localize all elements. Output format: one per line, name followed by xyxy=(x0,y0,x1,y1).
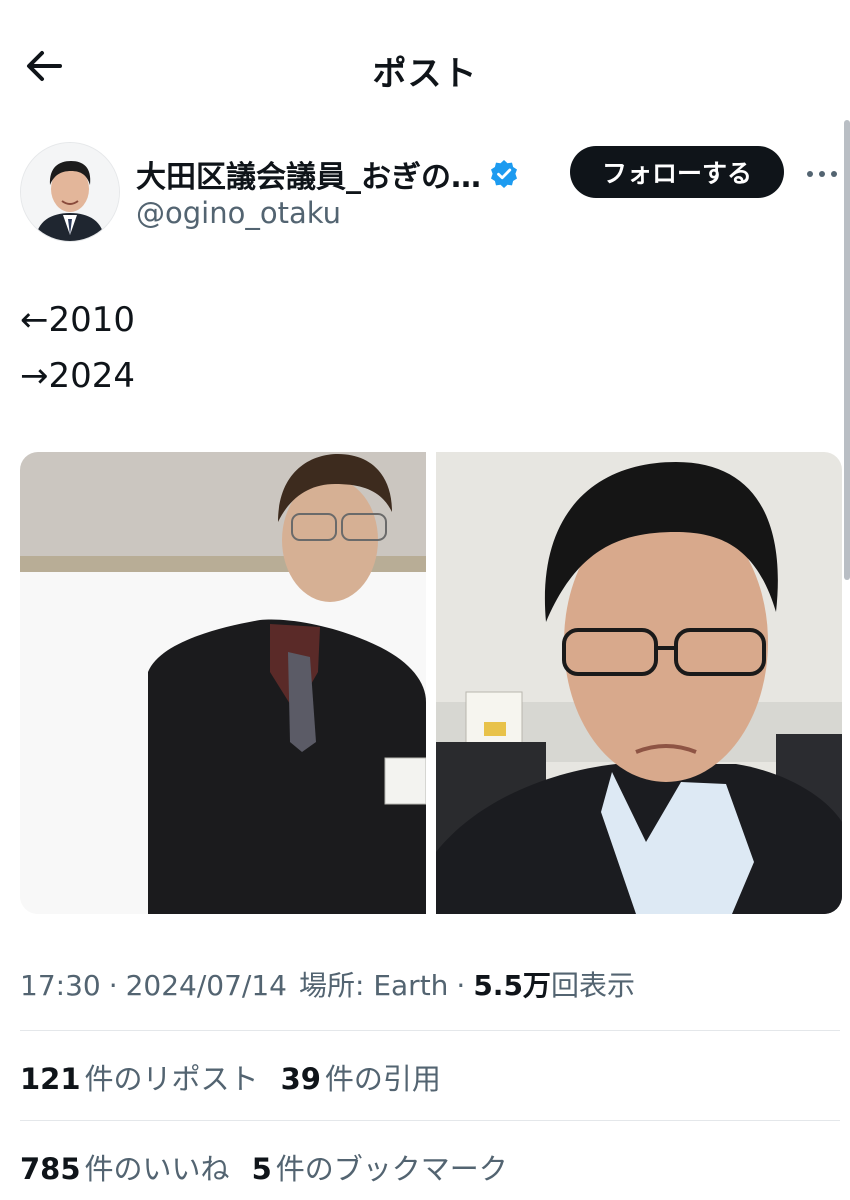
post-media xyxy=(20,452,842,914)
post-meta: 17:30 · 2024/07/14 場所: Earth · 5.5万 回表示 xyxy=(20,964,635,1004)
divider xyxy=(20,1120,840,1121)
page-title: ポスト xyxy=(372,54,478,94)
display-name-row: 大田区議会議員_おぎの… xyxy=(136,152,519,196)
divider xyxy=(20,1030,840,1031)
scrollbar[interactable] xyxy=(844,120,850,580)
top-bar: ポスト xyxy=(0,0,850,132)
engagement-row-1: 121 件のリポスト 39 件の引用 xyxy=(20,1056,463,1098)
engagement-row-2: 785 件のいいね 5 件のブックマーク xyxy=(20,1146,530,1188)
user-handle[interactable]: @ogino_otaku xyxy=(136,196,341,230)
more-icon xyxy=(806,163,838,182)
post-body: ←2010 →2024 xyxy=(20,292,820,404)
display-name[interactable]: 大田区議会議員_おぎの… xyxy=(136,152,481,196)
photo-2024[interactable] xyxy=(436,452,842,914)
post-time: 17:30 xyxy=(20,969,101,1002)
view-count: 5.5万 xyxy=(473,969,551,1002)
post-text-line: →2024 xyxy=(20,356,136,396)
like-count[interactable]: 785 件のいいね xyxy=(20,1146,230,1188)
more-button[interactable] xyxy=(802,156,842,188)
bookmark-count[interactable]: 5 件のブックマーク xyxy=(252,1146,508,1188)
post-date: 2024/07/14 xyxy=(125,969,287,1002)
follow-button[interactable]: フォローする xyxy=(570,146,784,198)
repost-count[interactable]: 121 件のリポスト xyxy=(20,1056,259,1098)
verified-badge-icon xyxy=(489,159,519,189)
quote-count[interactable]: 39 件の引用 xyxy=(281,1056,441,1098)
photo-2010[interactable] xyxy=(20,452,426,914)
avatar[interactable] xyxy=(20,142,120,242)
post-text-line: ←2010 xyxy=(20,300,136,340)
post-author: 大田区議会議員_おぎの… @ogino_otaku フォローする xyxy=(20,142,837,242)
post-location: 場所: Earth xyxy=(299,969,449,1002)
view-count-label: 回表示 xyxy=(550,969,635,1002)
